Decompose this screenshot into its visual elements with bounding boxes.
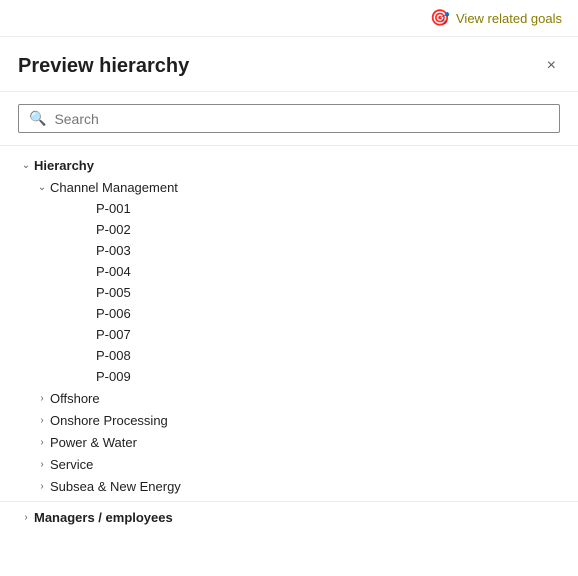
managers-employees-label: Managers / employees: [34, 510, 173, 525]
tree-item-managers-employees[interactable]: › Managers / employees: [0, 506, 578, 528]
chevron-onshore: ›: [34, 412, 50, 428]
tree-item-p006[interactable]: P-006: [0, 303, 578, 324]
subsea-label: Subsea & New Energy: [50, 479, 181, 494]
chevron-hierarchy: ⌄: [18, 157, 34, 173]
channel-management-label: Channel Management: [50, 180, 178, 195]
search-icon: 🔍: [29, 110, 46, 127]
goal-icon: 🎯: [430, 8, 450, 28]
p001-label: P-001: [96, 201, 131, 216]
tree-item-service[interactable]: › Service: [0, 453, 578, 475]
tree-item-power-water[interactable]: › Power & Water: [0, 431, 578, 453]
chevron-managers: ›: [18, 509, 34, 525]
p008-label: P-008: [96, 348, 131, 363]
p006-label: P-006: [96, 306, 131, 321]
tree-item-hierarchy[interactable]: ⌄ Hierarchy: [0, 154, 578, 176]
onshore-processing-label: Onshore Processing: [50, 413, 168, 428]
search-input[interactable]: [54, 111, 549, 127]
view-related-goals-label: View related goals: [456, 11, 562, 26]
tree-container: ⌄ Hierarchy ⌄ Channel Management P-001 P…: [0, 146, 578, 536]
service-label: Service: [50, 457, 93, 472]
tree-item-onshore-processing[interactable]: › Onshore Processing: [0, 409, 578, 431]
tree-item-p004[interactable]: P-004: [0, 261, 578, 282]
tree-item-p003[interactable]: P-003: [0, 240, 578, 261]
p005-label: P-005: [96, 285, 131, 300]
panel-title: Preview hierarchy: [18, 55, 189, 78]
power-water-label: Power & Water: [50, 435, 137, 450]
tree-item-p001[interactable]: P-001: [0, 198, 578, 219]
chevron-power-water: ›: [34, 434, 50, 450]
tree-item-p002[interactable]: P-002: [0, 219, 578, 240]
section-divider: [0, 501, 578, 502]
p009-label: P-009: [96, 369, 131, 384]
offshore-label: Offshore: [50, 391, 100, 406]
tree-item-p008[interactable]: P-008: [0, 345, 578, 366]
chevron-service: ›: [34, 456, 50, 472]
tree-item-p009[interactable]: P-009: [0, 366, 578, 387]
panel-header: Preview hierarchy ×: [0, 37, 578, 92]
chevron-channel-management: ⌄: [34, 179, 50, 195]
close-button[interactable]: ×: [543, 53, 560, 79]
p003-label: P-003: [96, 243, 131, 258]
view-related-goals-link[interactable]: 🎯 View related goals: [430, 8, 562, 28]
hierarchy-label: Hierarchy: [34, 158, 94, 173]
tree-item-p005[interactable]: P-005: [0, 282, 578, 303]
tree-item-p007[interactable]: P-007: [0, 324, 578, 345]
p002-label: P-002: [96, 222, 131, 237]
search-box: 🔍: [18, 104, 560, 133]
tree-item-offshore[interactable]: › Offshore: [0, 387, 578, 409]
search-container: 🔍: [0, 92, 578, 146]
tree-item-channel-management[interactable]: ⌄ Channel Management: [0, 176, 578, 198]
p007-label: P-007: [96, 327, 131, 342]
chevron-subsea: ›: [34, 478, 50, 494]
p004-label: P-004: [96, 264, 131, 279]
tree-item-subsea[interactable]: › Subsea & New Energy: [0, 475, 578, 497]
top-bar: 🎯 View related goals: [0, 0, 578, 37]
chevron-offshore: ›: [34, 390, 50, 406]
